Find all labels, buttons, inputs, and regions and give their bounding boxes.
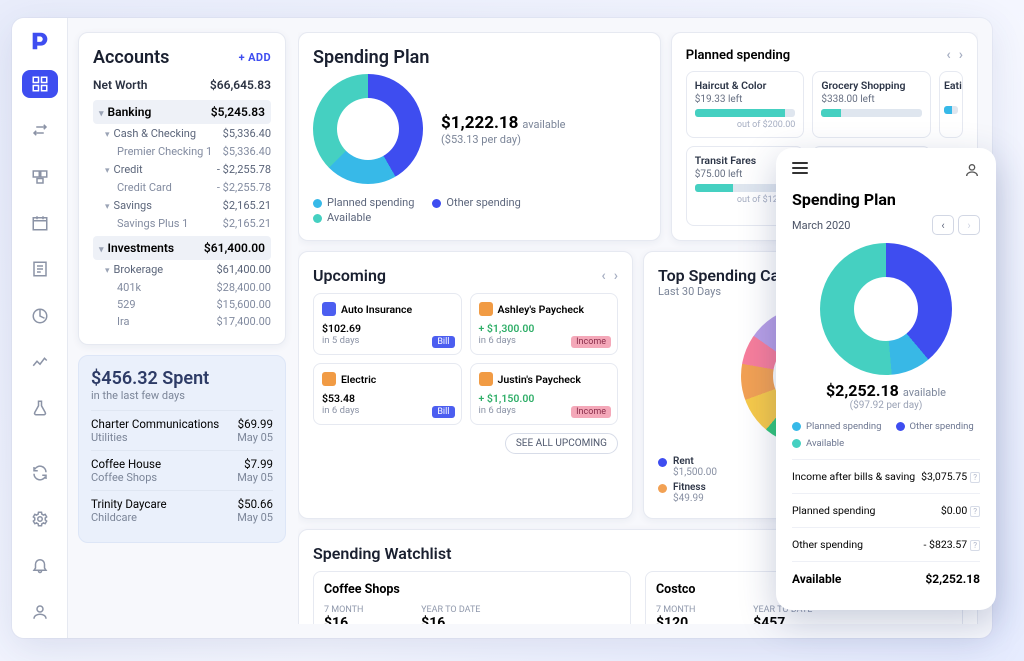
acct-brokerage[interactable]: ▾Brokerage$61,400.00: [93, 260, 271, 279]
sidebar: [12, 18, 68, 638]
acct-savings[interactable]: ▾Savings$2,165.21: [93, 196, 271, 215]
nav-goals-icon[interactable]: [22, 302, 58, 330]
planned-next-icon[interactable]: ›: [959, 47, 963, 63]
upcoming-item[interactable]: Auto Insurance$102.69in 5 daysBill: [313, 293, 462, 355]
acct-premier-checking[interactable]: Premier Checking 1$5,336.40: [93, 143, 271, 160]
nav-accounts-icon[interactable]: [22, 163, 58, 191]
spent-card: $456.32 Spent in the last few days Chart…: [78, 355, 286, 543]
app-logo: [29, 30, 51, 52]
networth-label: Net Worth: [93, 78, 147, 92]
nav-dashboard-icon[interactable]: [22, 70, 58, 98]
phone-title: Spending Plan: [792, 190, 980, 209]
upcoming-title: Upcoming: [313, 266, 386, 285]
upcoming-card: Upcoming ‹ › Auto Insurance$102.69in 5 da…: [298, 251, 633, 519]
phone-row[interactable]: Planned spending$0.00?: [792, 493, 980, 527]
phone-legend: Planned spending Other spending Availabl…: [792, 421, 980, 449]
phone-prev-icon[interactable]: ‹: [932, 215, 954, 235]
envelope[interactable]: Haircut & Color$19.33 leftout of $200.00: [686, 71, 805, 138]
phone-perday: ($97.92 per day): [792, 400, 980, 411]
accounts-column: Accounts + ADD Net Worth $66,645.83 ▾Ban…: [78, 32, 286, 624]
spending-plan-card: Spending Plan $1,222.18 available ($53.1…: [298, 32, 661, 241]
upcoming-item[interactable]: Justin's Paycheck+ $1,150.00in 6 daysInc…: [470, 363, 619, 425]
plan-legend: Planned spending Other spending: [313, 196, 646, 209]
nav-transfer-icon[interactable]: [22, 116, 58, 144]
watch-item[interactable]: Coffee Shops 7 MONTH$16Monthly Average Y…: [313, 571, 631, 624]
accounts-card: Accounts + ADD Net Worth $66,645.83 ▾Ban…: [78, 32, 286, 345]
phone-available-row: Available$2,252.18: [792, 561, 980, 596]
phone-next-icon[interactable]: ›: [958, 215, 980, 235]
acct-credit-card[interactable]: Credit Card- $2,255.78: [93, 179, 271, 196]
phone-available: $2,252.18: [826, 381, 899, 400]
nav-settings-icon[interactable]: [22, 505, 58, 533]
upcoming-item[interactable]: Ashley's Paycheck+ $1,300.00in 6 daysInc…: [470, 293, 619, 355]
spending-plan-title: Spending Plan: [313, 47, 646, 68]
planned-title: Planned spending: [686, 48, 790, 63]
envelope[interactable]: Grocery Shopping$338.00 left: [812, 71, 931, 138]
plan-perday: ($53.13 per day): [441, 133, 566, 146]
upcoming-prev-icon[interactable]: ‹: [601, 268, 605, 284]
acct-cash-checking[interactable]: ▾Cash & Checking$5,336.40: [93, 124, 271, 143]
group-investments[interactable]: ▾Investments$61,400.00: [93, 236, 271, 260]
txn-row[interactable]: Coffee HouseCoffee Shops$7.99May 05: [91, 450, 273, 490]
acct-savings-plus[interactable]: Savings Plus 1$2,165.21: [93, 215, 271, 232]
hamburger-icon[interactable]: [792, 162, 808, 182]
group-banking[interactable]: ▾Banking$5,245.83: [93, 100, 271, 124]
mobile-preview: Spending Plan March 2020 ‹› $2,252.18 av…: [776, 148, 996, 610]
spent-sub: in the last few days: [91, 389, 273, 402]
nav-labs-icon[interactable]: [22, 394, 58, 422]
txn-row[interactable]: Trinity DaycareChildcare$50.66May 05: [91, 490, 273, 530]
nav-notifications-icon[interactable]: [22, 551, 58, 579]
plan-available: $1,222.18: [441, 113, 518, 133]
see-all-upcoming-button[interactable]: SEE ALL UPCOMING: [505, 433, 618, 454]
acct-credit[interactable]: ▾Credit- $2,255.78: [93, 160, 271, 179]
accounts-title: Accounts: [93, 47, 169, 68]
phone-row[interactable]: Income after bills & saving$3,075.75?: [792, 459, 980, 493]
spending-plan-donut: [313, 74, 423, 184]
upcoming-next-icon[interactable]: ›: [614, 268, 618, 284]
spent-amount: $456.32 Spent: [91, 368, 273, 389]
networth-value: $66,645.83: [210, 78, 271, 92]
phone-month: March 2020: [792, 219, 851, 232]
acct-529[interactable]: 529$15,600.00: [93, 296, 271, 313]
nav-trends-icon[interactable]: [22, 348, 58, 376]
phone-donut: [820, 243, 952, 375]
acct-401k[interactable]: 401k$28,400.00: [93, 279, 271, 296]
profile-icon[interactable]: [964, 162, 980, 182]
upcoming-item[interactable]: Electric$53.48in 6 daysBill: [313, 363, 462, 425]
nav-profile-icon[interactable]: [22, 598, 58, 626]
add-account-button[interactable]: + ADD: [239, 51, 271, 64]
nav-reports-icon[interactable]: [22, 255, 58, 283]
planned-prev-icon[interactable]: ‹: [946, 47, 950, 63]
txn-row[interactable]: Charter CommunicationsUtilities$69.99May…: [91, 410, 273, 450]
nav-refresh-icon[interactable]: [22, 459, 58, 487]
nav-calendar-icon[interactable]: [22, 209, 58, 237]
envelope[interactable]: Eati: [939, 71, 963, 138]
phone-row[interactable]: Other spending- $823.57?: [792, 527, 980, 561]
acct-ira[interactable]: Ira$17,400.00: [93, 313, 271, 330]
